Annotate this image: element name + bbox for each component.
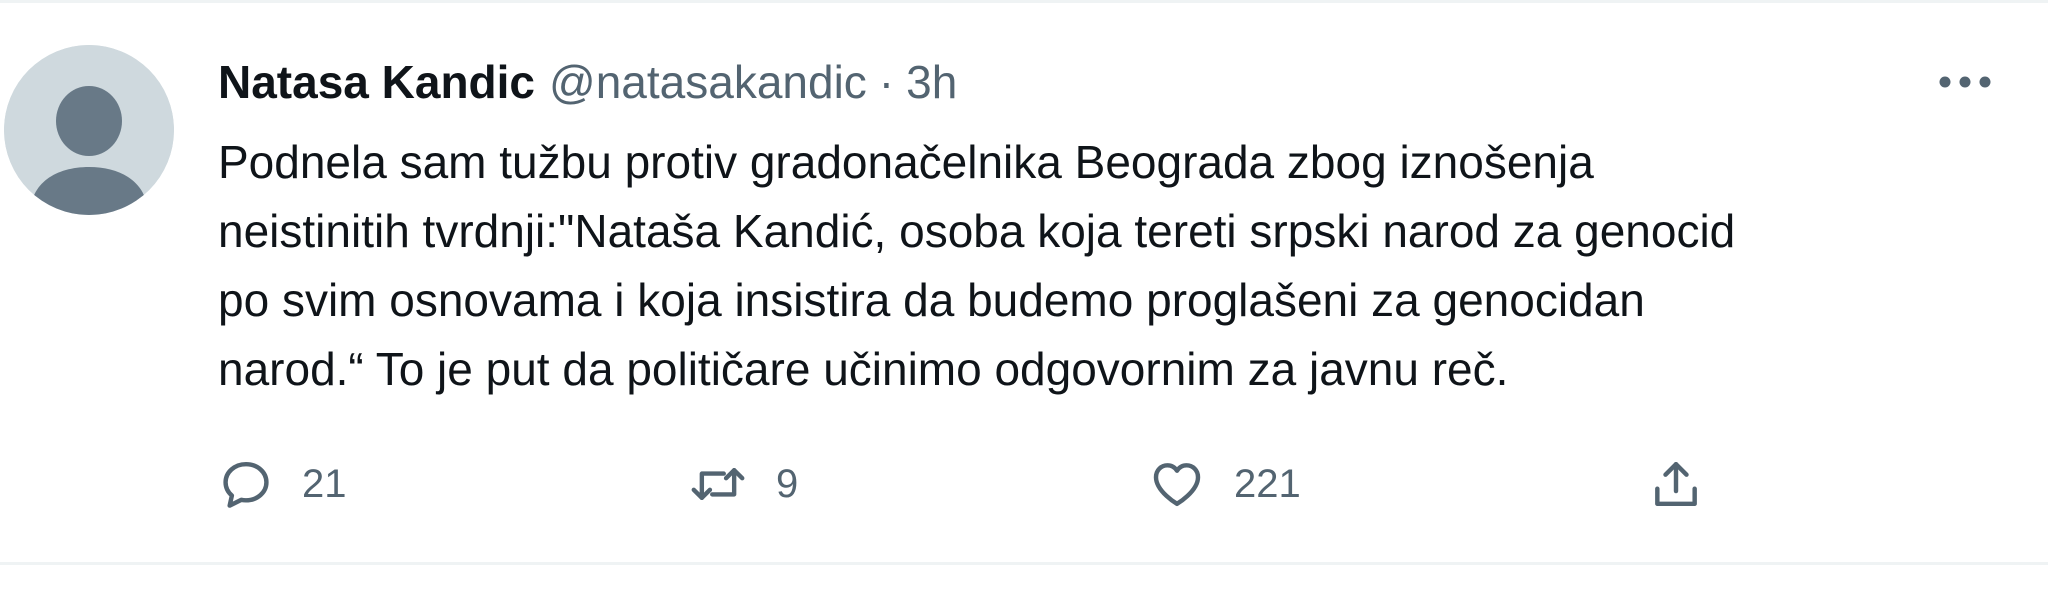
like-count: 221 [1234,461,1301,506]
tweet-text-line: Podnela sam tužbu protiv gradonačelnika … [218,136,1594,188]
retweet-count: 9 [776,461,799,506]
tweet-card[interactable]: Natasa Kandic @natasakandic · 3h Podnela… [0,0,2048,592]
reply-icon [218,456,274,512]
more-options-button[interactable] [1930,58,2000,106]
tweet-text-line: po svim osnovama i koja insistira da bud… [218,274,1645,326]
heart-icon [1148,456,1206,512]
share-button[interactable] [1648,448,1704,520]
tweet-header: Natasa Kandic @natasakandic · 3h [218,52,957,112]
tweet-text-line: narod.“ To je put da političare učinimo … [218,343,1509,395]
tweet-text: Podnela sam tužbu protiv gradonačelnika … [218,128,2018,404]
default-avatar-icon [4,45,174,215]
like-button[interactable]: 221 [1148,448,1301,520]
retweet-icon [688,456,748,512]
author-name[interactable]: Natasa Kandic [218,52,535,112]
tweet-actions: 21 9 221 [218,448,1758,520]
bottom-divider [0,562,2048,565]
avatar[interactable] [4,45,174,215]
author-handle[interactable]: @natasakandic [549,52,867,112]
header-separator: · [878,56,895,108]
share-icon [1648,456,1704,512]
tweet-timestamp[interactable]: 3h [906,52,957,112]
reply-count: 21 [302,461,347,506]
top-divider [0,0,2048,3]
retweet-button[interactable]: 9 [688,448,798,520]
more-horizontal-icon [1939,76,1991,88]
reply-button[interactable]: 21 [218,448,347,520]
tweet-text-line: neistinitih tvrdnji:"Nataša Kandić, osob… [218,205,1736,257]
